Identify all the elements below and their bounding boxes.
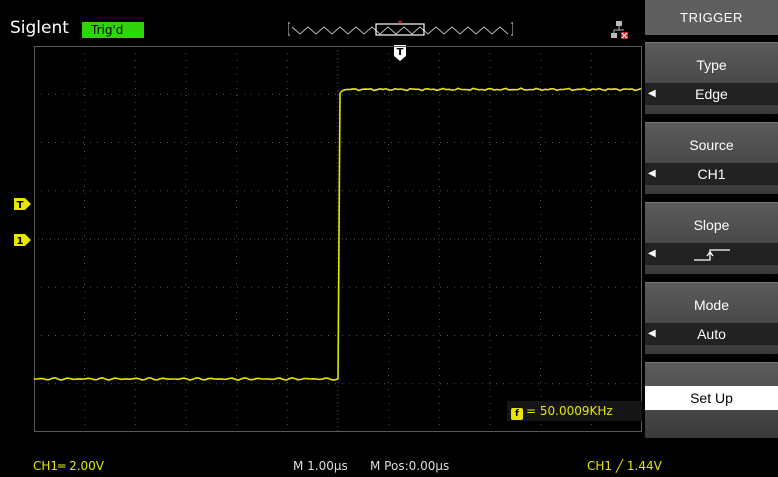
channel1-ground-marker-icon[interactable]: 1: [14, 234, 31, 246]
menu-item-source[interactable]: Source ◀ CH1: [645, 122, 778, 194]
menu-item-value: ◀ CH1: [645, 163, 778, 185]
channel-number: 1: [17, 236, 24, 246]
caret-left-icon: ◀: [648, 248, 656, 259]
caret-left-icon: ◀: [648, 88, 656, 99]
waveform-display: [34, 46, 642, 432]
menu-title: TRIGGER: [645, 0, 778, 35]
menu-item-label: Type: [696, 57, 727, 73]
menu-item-label: Slope: [693, 217, 730, 233]
caret-left-icon: ◀: [648, 328, 656, 339]
rising-slope-icon: [693, 249, 730, 261]
menu-item-value: ◀: [645, 243, 778, 265]
trigger-level-marker-icon[interactable]: T: [14, 198, 31, 210]
setup-button[interactable]: Set Up: [645, 386, 778, 410]
ch1-vertical-scale: CH1═ 2.00V: [33, 459, 105, 473]
trigger-status-badge: Trig'd: [82, 22, 144, 38]
brand-label: Siglent: [10, 18, 69, 38]
menu-item-label: Mode: [693, 297, 730, 313]
timebase-readout: M 1.00µs: [293, 459, 348, 473]
top-status-bar: Siglent Trig'd: [0, 0, 645, 42]
menu-item-slope[interactable]: Slope ◀: [645, 202, 778, 274]
trigger-menu: TRIGGER Type ◀ Edge Source ◀ CH1 Slope ◀…: [645, 0, 778, 450]
trigger-level-letter: T: [17, 200, 24, 210]
menu-item-value: ◀ Edge: [645, 83, 778, 105]
memory-window-icon: [288, 21, 513, 36]
frequency-counter-icon: f: [511, 408, 523, 420]
trigger-level-readout: CH1 ╱ 1.44V: [587, 459, 662, 473]
caret-left-icon: ◀: [648, 168, 656, 179]
menu-item-value: ◀ Auto: [645, 323, 778, 345]
bottom-status-bar: CH1═ 2.00V M 1.00µs M Pos:0.00µs CH1 ╱ 1…: [0, 450, 778, 477]
menu-item-mode[interactable]: Mode ◀ Auto: [645, 282, 778, 354]
menu-item-type[interactable]: Type ◀ Edge: [645, 42, 778, 114]
frequency-readout: f = 50.0009KHz: [507, 401, 642, 421]
frequency-value: = 50.0009KHz: [526, 404, 613, 418]
menu-item-label: Source: [689, 137, 734, 153]
horizontal-position-readout: M Pos:0.00µs: [370, 459, 450, 473]
network-disconnected-icon: [611, 21, 628, 39]
